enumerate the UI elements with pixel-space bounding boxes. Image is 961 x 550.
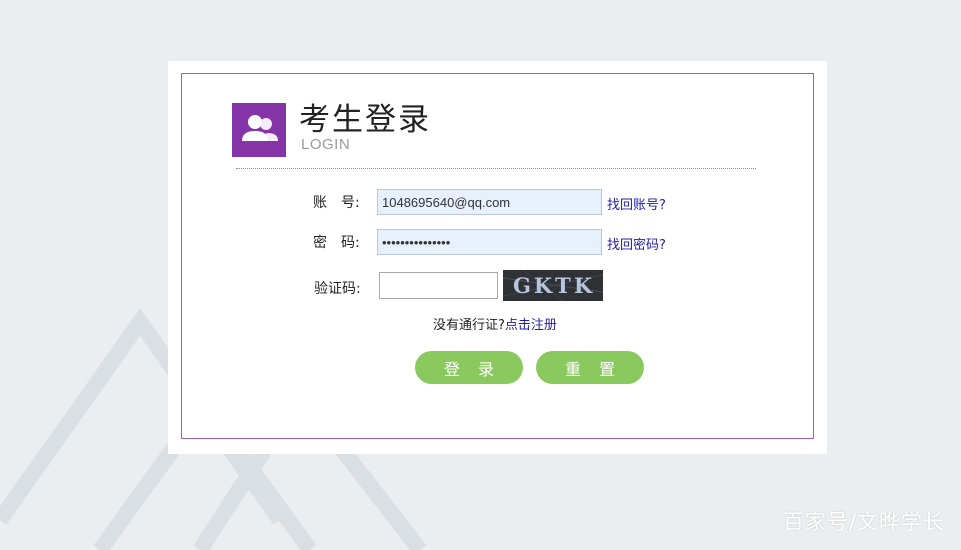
captcha-label: 验证码: — [314, 281, 361, 297]
page-title: 考生登录 — [299, 102, 431, 138]
login-button[interactable]: 登录 — [415, 351, 523, 384]
account-input[interactable] — [377, 189, 602, 215]
login-card: 考生登录 LOGIN 账 号: 找回账号? 密 码: 找回密码? 验证码: GK… — [168, 61, 827, 454]
register-prompt: 没有通行证? — [433, 318, 505, 333]
captcha-input[interactable] — [379, 272, 498, 299]
divider — [236, 168, 756, 169]
reset-button[interactable]: 重置 — [536, 351, 644, 384]
users-icon — [232, 103, 286, 157]
watermark-text: 百家号/文晔学长 — [782, 510, 945, 534]
account-label: 账 号: — [313, 195, 360, 211]
captcha-image[interactable]: GKTK — [503, 270, 603, 301]
register-link[interactable]: 点击注册 — [505, 318, 557, 333]
login-frame: 考生登录 LOGIN 账 号: 找回账号? 密 码: 找回密码? 验证码: GK… — [181, 73, 814, 439]
password-input[interactable] — [377, 229, 602, 255]
page-subtitle: LOGIN — [301, 136, 351, 153]
register-line: 没有通行证?点击注册 — [433, 314, 557, 333]
recover-password-link[interactable]: 找回密码? — [607, 234, 666, 253]
recover-account-link[interactable]: 找回账号? — [607, 194, 666, 213]
captcha-text: GKTK — [513, 273, 596, 298]
password-label: 密 码: — [313, 235, 360, 251]
